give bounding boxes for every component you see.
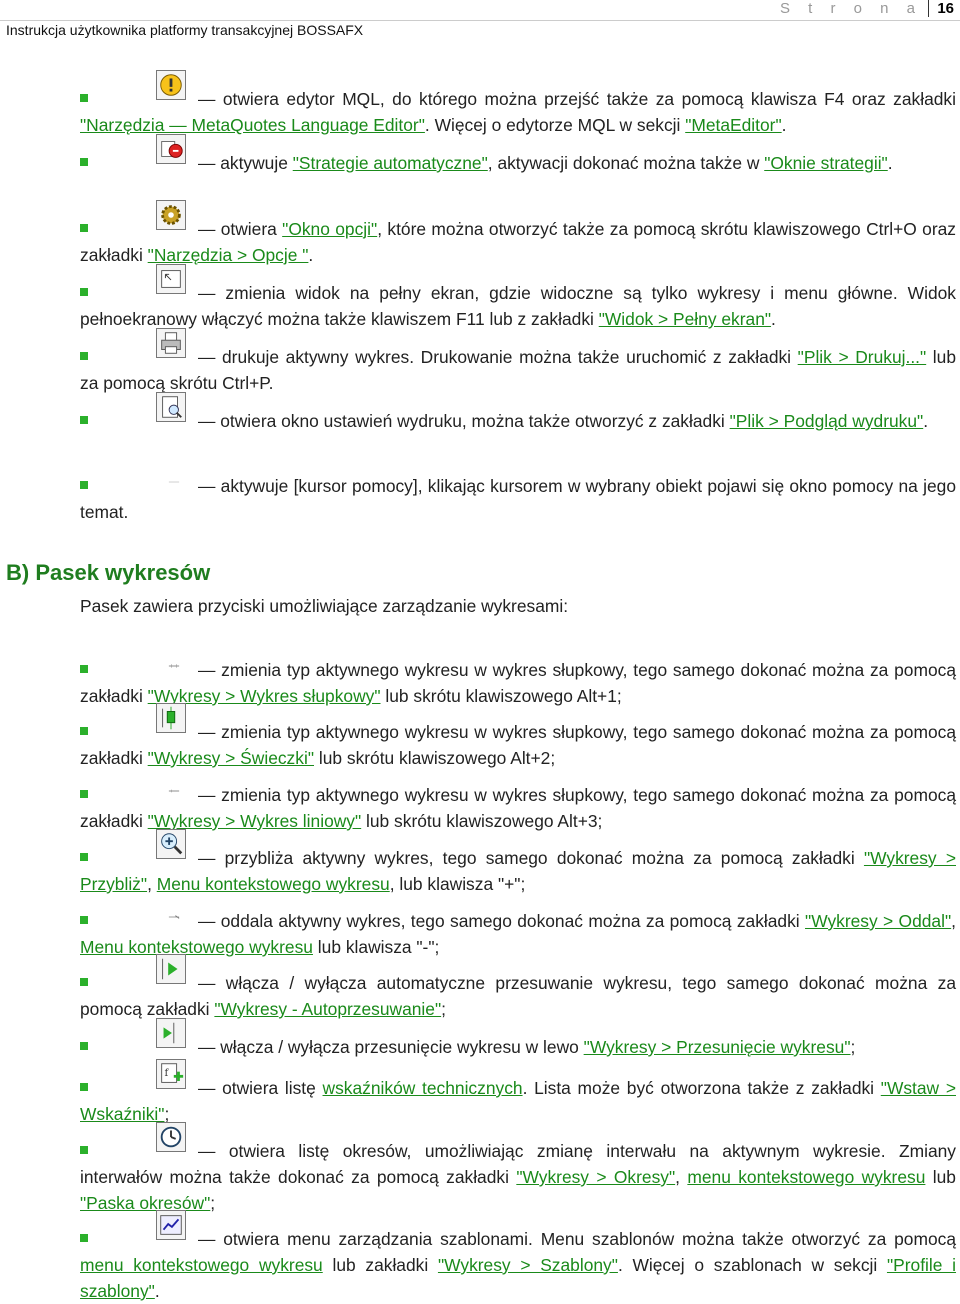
page-label: S t r o n a: [779, 0, 922, 17]
item-text: , lub klawisza "+";: [389, 874, 526, 894]
page-header: Instrukcja użytkownika platformy transak…: [0, 0, 960, 46]
item-text: lub skrótu klawiszowego Alt+2;: [314, 748, 556, 768]
item-text: — otwiera okno ustawień wydruku, można t…: [198, 411, 730, 431]
list-item: — oddala aktywny wykres, tego samego dok…: [80, 908, 956, 960]
header-rule: [0, 20, 960, 21]
item-text: .: [781, 115, 787, 135]
item-text: .: [923, 411, 929, 431]
list-item: — aktywuje "Strategie automatyczne", akt…: [80, 150, 956, 176]
list-item: — otwiera listę wskaźników technicznych.…: [80, 1075, 956, 1127]
list-item: — zmienia widok na pełny ekran, gdzie wi…: [80, 280, 956, 332]
list-item: — otwiera okno ustawień wydruku, można t…: [80, 408, 956, 434]
cross-reference-link[interactable]: "Wykresy - Autoprzesuwanie": [214, 999, 441, 1019]
item-text: .: [154, 1281, 160, 1301]
item-text: ;: [164, 1104, 170, 1124]
item-text: — otwiera listę: [198, 1078, 323, 1098]
item-text: ;: [441, 999, 446, 1019]
item-text: — drukuje aktywny wykres. Drukowanie moż…: [198, 347, 798, 367]
document-title: Instrukcja użytkownika platformy transak…: [6, 22, 364, 38]
cross-reference-link[interactable]: Menu kontekstowego wykresu: [80, 937, 313, 957]
item-text: ,: [951, 911, 956, 931]
section-heading: B) Pasek wykresów: [6, 560, 211, 585]
item-text: lub zakładki: [322, 1255, 438, 1275]
cross-reference-link[interactable]: "Wykresy > Oddal": [805, 911, 951, 931]
item-text: lub: [925, 1167, 956, 1187]
cross-reference-link[interactable]: "Wykresy > Szablony": [438, 1255, 618, 1275]
list-item: — zmienia typ aktywnego wykresu w wykres…: [80, 719, 956, 771]
list-item: — zmienia typ aktywnego wykresu w wykres…: [80, 657, 956, 709]
item-text: lub klawisza "-";: [312, 937, 440, 957]
item-text: . Więcej o szablonach w sekcji: [617, 1255, 887, 1275]
item-text: — otwiera: [198, 219, 283, 239]
list-item: — drukuje aktywny wykres. Drukowanie moż…: [80, 344, 956, 396]
list-item: — aktywuje [kursor pomocy], klikając kur…: [80, 473, 956, 525]
item-text: . Lista może być otworzona także z zakła…: [522, 1078, 881, 1098]
cross-reference-link[interactable]: "Wykresy > Świeczki": [148, 748, 314, 768]
item-text: — aktywuje: [198, 153, 293, 173]
item-text: — przybliża aktywny wykres, tego samego …: [198, 848, 864, 868]
item-text: ;: [210, 1193, 216, 1213]
item-text: — zmienia widok na pełny ekran, gdzie wi…: [80, 283, 956, 329]
section-intro: Pasek zawiera przyciski umożliwiające za…: [80, 596, 569, 616]
item-text: — oddala aktywny wykres, tego samego dok…: [198, 911, 806, 931]
cross-reference-link[interactable]: "Narzędzia > Opcje ": [148, 245, 309, 265]
cross-reference-link[interactable]: "Paska okresów": [80, 1193, 210, 1213]
list-item: — otwiera edytor MQL, do którego można p…: [80, 86, 956, 138]
page-number: 16: [928, 0, 954, 17]
cross-reference-link[interactable]: "Oknie strategii": [764, 153, 888, 173]
list-item: — zmienia typ aktywnego wykresu w wykres…: [80, 782, 956, 834]
list-item: — otwiera menu zarządzania szablonami. M…: [80, 1226, 956, 1304]
cross-reference-link[interactable]: "Plik > Podgląd wydruku": [730, 411, 924, 431]
item-text: .: [887, 153, 893, 173]
item-text: — otwiera menu zarządzania szablonami. M…: [198, 1229, 956, 1249]
cross-reference-link[interactable]: wskaźników technicznych: [323, 1078, 523, 1098]
item-text: lub skrótu klawiszowego Alt+1;: [380, 686, 622, 706]
item-text: , aktywacji dokonać można także w: [487, 153, 765, 173]
item-text: — aktywuje [kursor pomocy], klikając kur…: [80, 476, 956, 522]
cross-reference-link[interactable]: "Plik > Drukuj...": [798, 347, 927, 367]
list-item: — włącza / wyłącza przesunięcie wykresu …: [80, 1034, 956, 1060]
item-text: . Więcej o edytorze MQL w sekcji: [424, 115, 686, 135]
cross-reference-link[interactable]: "Wykresy > Okresy": [516, 1167, 675, 1187]
item-text: ,: [147, 874, 157, 894]
cross-reference-link[interactable]: menu kontekstowego wykresu: [80, 1255, 323, 1275]
item-text: .: [771, 309, 776, 329]
page-indicator: S t r o n a: [780, 0, 922, 17]
cross-reference-link[interactable]: Menu kontekstowego wykresu: [157, 874, 390, 894]
cross-reference-link[interactable]: "MetaEditor": [685, 115, 781, 135]
item-text: — włącza / wyłącza automatyczne przesuwa…: [80, 973, 956, 1019]
list-item: — przybliża aktywny wykres, tego samego …: [80, 845, 956, 897]
cross-reference-link[interactable]: "Strategie automatyczne": [293, 153, 488, 173]
item-text: — otwiera edytor MQL, do którego można p…: [198, 89, 956, 109]
list-item: — włącza / wyłącza automatyczne przesuwa…: [80, 970, 956, 1022]
cross-reference-link[interactable]: "Okno opcji": [282, 219, 377, 239]
item-text: ;: [850, 1037, 856, 1057]
cross-reference-link[interactable]: "Wykresy > Przesunięcie wykresu": [584, 1037, 851, 1057]
cross-reference-link[interactable]: "Wykresy > Wykres liniowy": [148, 811, 362, 831]
item-text: lub skrótu klawiszowego Alt+3;: [361, 811, 603, 831]
list-item: — otwiera "Okno opcji", które można otwo…: [80, 216, 956, 268]
item-text: ,: [675, 1167, 688, 1187]
item-text: .: [308, 245, 314, 265]
list-item: — otwiera listę okresów, umożliwiając zm…: [80, 1138, 956, 1216]
cross-reference-link[interactable]: "Narzędzia — MetaQuotes Language Editor": [80, 115, 425, 135]
cross-reference-link[interactable]: "Widok > Pełny ekran": [599, 309, 771, 329]
item-text: — włącza / wyłącza przesunięcie wykresu …: [198, 1037, 584, 1057]
cross-reference-link[interactable]: menu kontekstowego wykresu: [687, 1167, 925, 1187]
